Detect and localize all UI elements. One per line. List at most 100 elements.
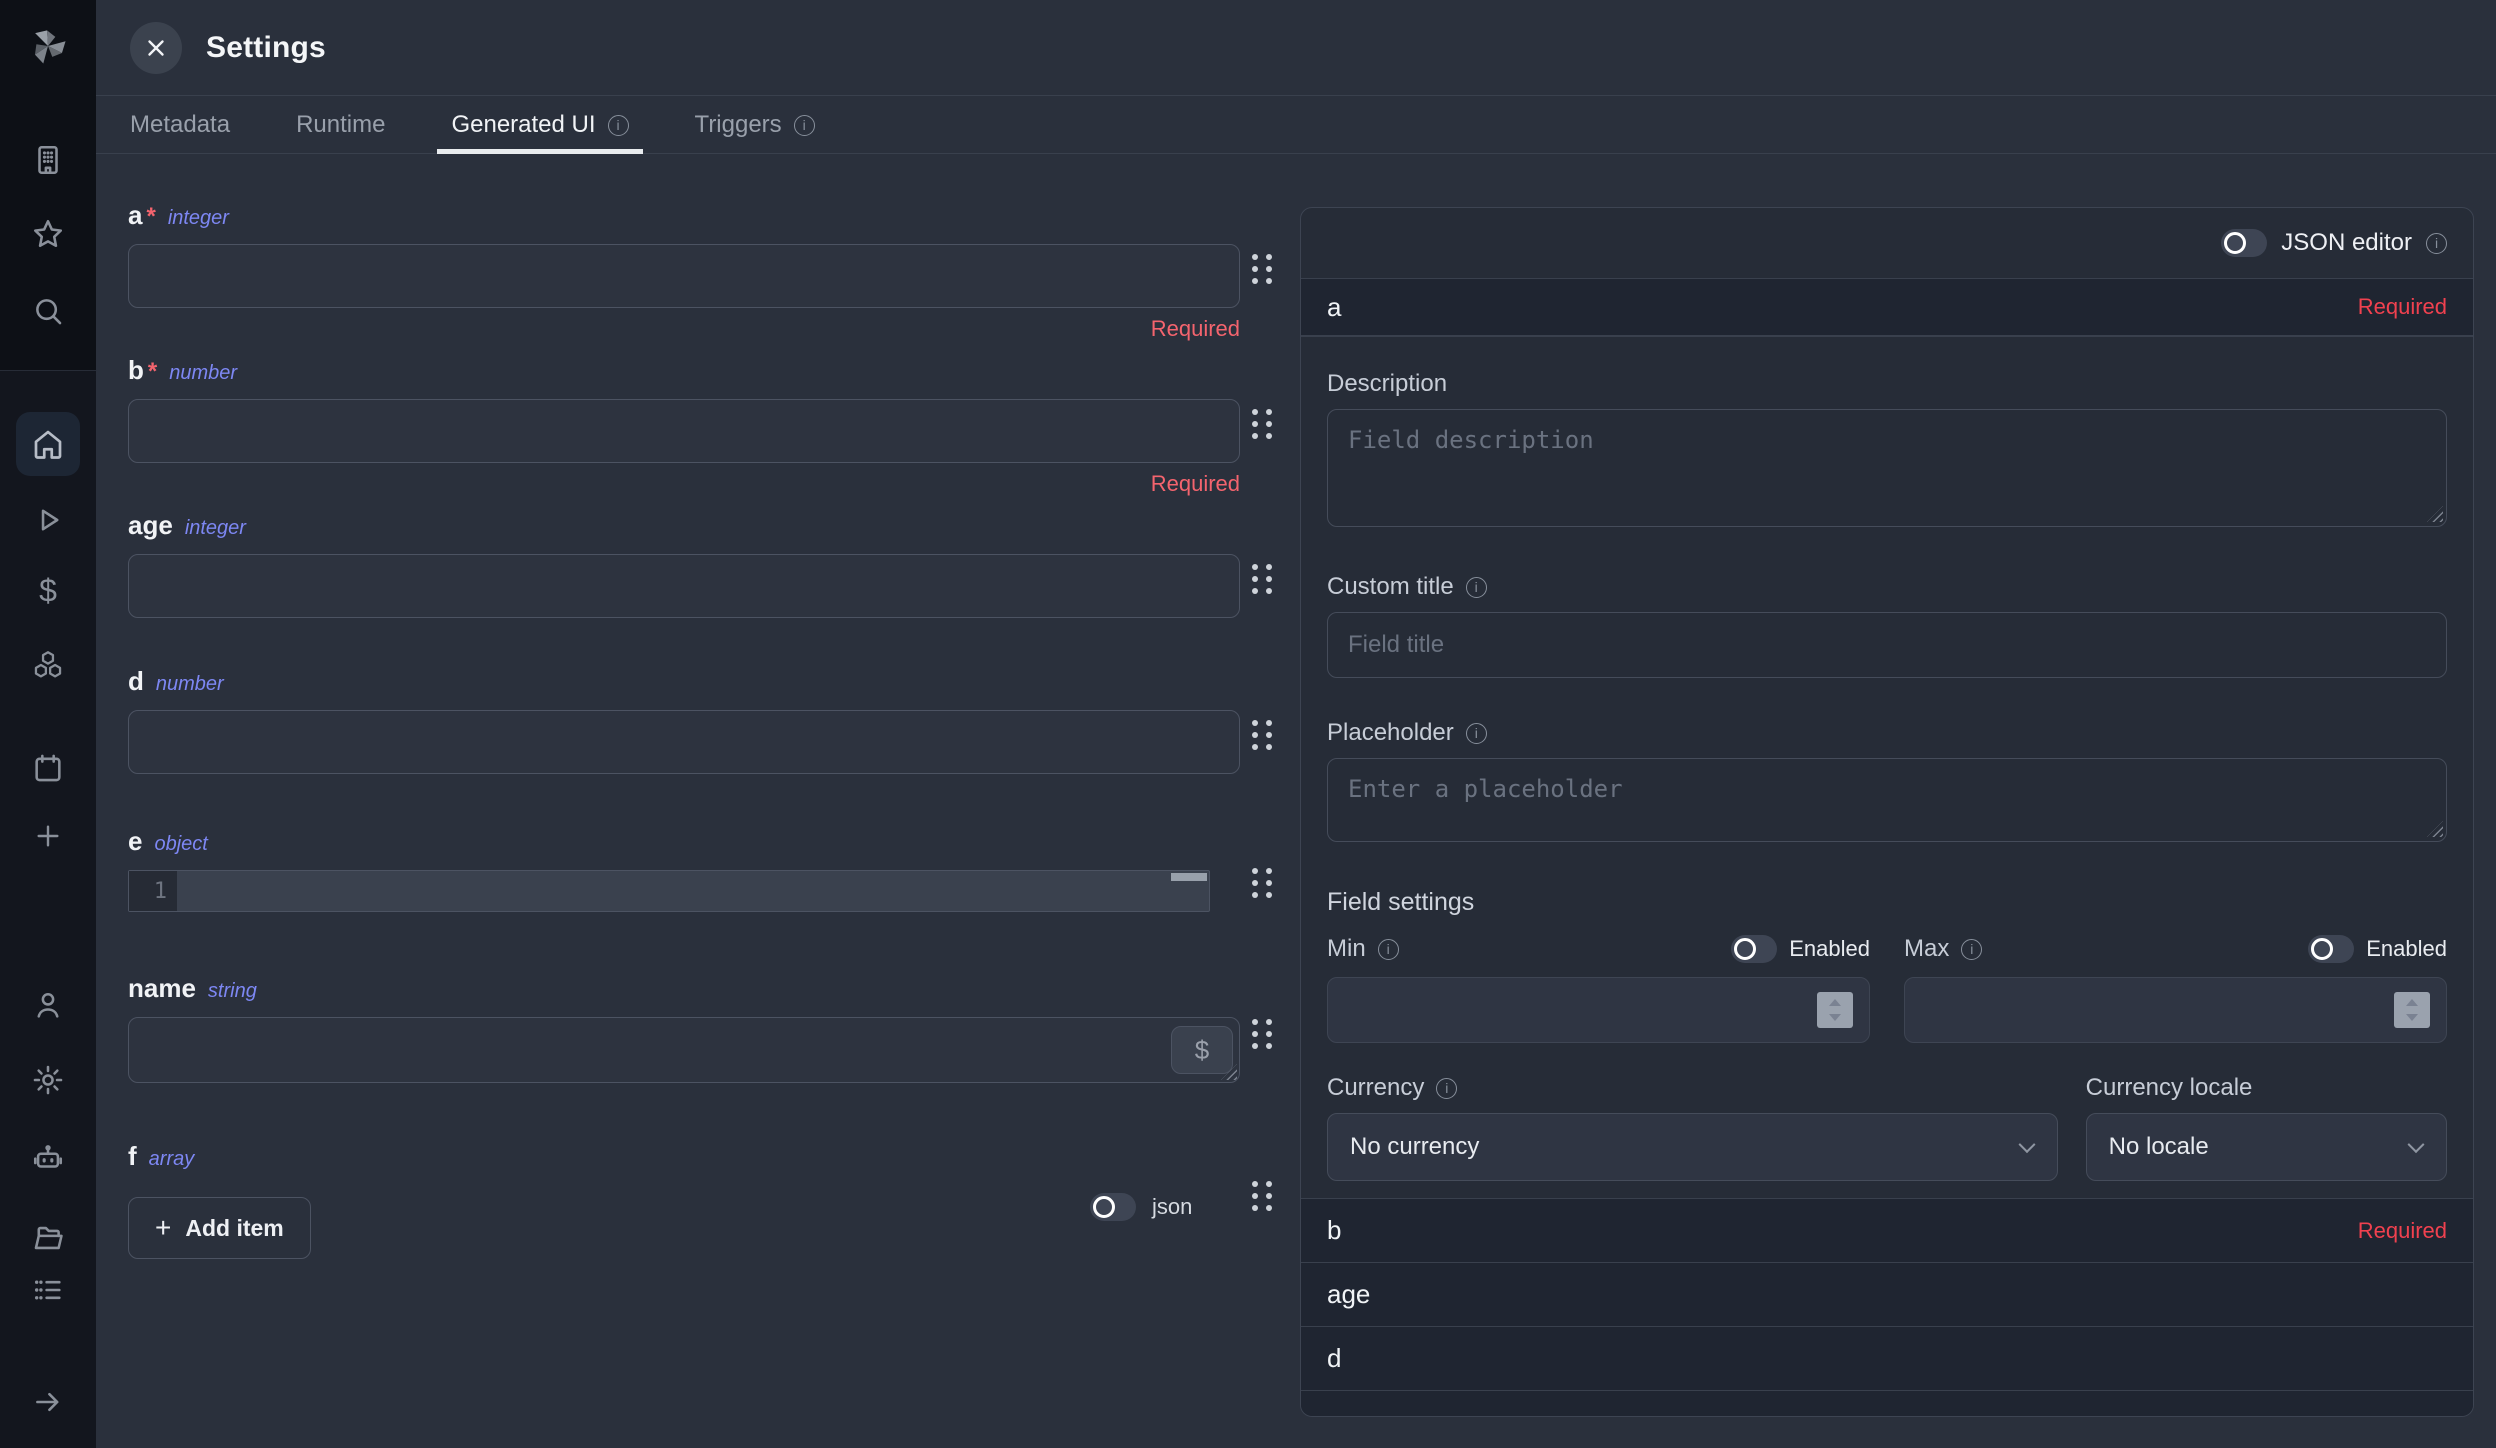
arrow-right-icon[interactable] [31, 1385, 65, 1419]
drag-handle-b[interactable] [1252, 409, 1272, 439]
info-icon[interactable] [1961, 939, 1982, 960]
play-icon[interactable] [31, 503, 65, 537]
drag-handle-e[interactable] [1252, 868, 1272, 898]
gear-icon[interactable] [31, 1063, 65, 1097]
drag-handle-age[interactable] [1252, 564, 1272, 594]
tab-label: Runtime [296, 111, 385, 139]
inspector-row-age[interactable]: age [1301, 1262, 2473, 1326]
scrollbar-thumb[interactable] [1171, 873, 1207, 881]
json-editor-label: JSON editor [2281, 229, 2412, 257]
max-number-input[interactable] [1904, 977, 2447, 1043]
required-asterisk: * [146, 203, 155, 231]
drag-handle-f[interactable] [1252, 1181, 1272, 1211]
info-icon[interactable] [2426, 233, 2447, 254]
sidebar: $ [0, 0, 96, 1448]
user-icon[interactable] [31, 988, 65, 1022]
inspector-row-a[interactable]: a Required [1301, 278, 2473, 336]
home-icon [30, 426, 66, 462]
toggle-knob [1734, 938, 1756, 960]
field-b: b * number Required [128, 355, 1240, 497]
currency-locale-label: Currency locale [2086, 1073, 2253, 1103]
sidebar-item-home[interactable] [16, 412, 80, 476]
page-title: Settings [206, 31, 326, 65]
field-settings-heading: Field settings [1327, 887, 2447, 917]
close-button[interactable] [130, 22, 182, 74]
tab-triggers[interactable]: Triggers [681, 97, 829, 153]
min-max-row: Min Enabled Max [1327, 933, 2447, 1043]
currency-select[interactable]: No currency [1327, 1113, 2058, 1181]
max-enabled-toggle[interactable] [2308, 935, 2354, 963]
field-type: number [156, 673, 224, 696]
tab-label: Generated UI [451, 111, 595, 139]
building-icon[interactable] [31, 143, 65, 177]
field-label: e object [128, 826, 1240, 862]
info-icon[interactable] [1378, 939, 1399, 960]
field-e-json-editor[interactable]: 1 [128, 870, 1210, 912]
min-enabled-label: Enabled [1789, 936, 1870, 962]
toggle-knob [2311, 938, 2333, 960]
variable-picker-button[interactable]: $ [1171, 1026, 1233, 1074]
required-badge: Required [2358, 1218, 2447, 1244]
max-label: Max [1904, 934, 1949, 964]
add-item-label: Add item [185, 1215, 283, 1242]
info-icon[interactable] [1466, 577, 1487, 598]
min-enabled-toggle[interactable] [1731, 935, 1777, 963]
search-icon[interactable] [31, 294, 65, 328]
field-type: string [208, 980, 257, 1003]
row-name: b [1327, 1215, 1341, 1246]
info-icon[interactable] [608, 115, 629, 136]
chevron-down-icon [2408, 1136, 2425, 1153]
header: Settings [96, 0, 2496, 96]
placeholder-label: Placeholder [1327, 718, 1454, 748]
list-icon[interactable] [31, 1273, 65, 1307]
drag-handle-a[interactable] [1252, 254, 1272, 284]
tab-runtime[interactable]: Runtime [282, 97, 399, 153]
required-badge: Required [2358, 294, 2447, 320]
cubes-icon[interactable] [31, 648, 65, 682]
json-editor-toggle[interactable] [2221, 229, 2267, 257]
row-name: age [1327, 1279, 1370, 1310]
currency-locale-select[interactable]: No locale [2086, 1113, 2447, 1181]
field-name: name string $ [128, 973, 1240, 1083]
description-textarea[interactable] [1327, 409, 2447, 527]
field-name: f [128, 1141, 137, 1172]
field-name: b [128, 355, 144, 386]
add-item-button[interactable]: + Add item [128, 1197, 311, 1259]
star-icon[interactable] [31, 217, 65, 251]
field-d-input[interactable] [128, 710, 1240, 774]
toggle-knob [1093, 1196, 1115, 1218]
field-type: integer [168, 207, 229, 230]
max-column: Max Enabled [1904, 933, 2447, 1043]
robot-icon[interactable] [31, 1141, 65, 1175]
placeholder-textarea[interactable] [1327, 758, 2447, 842]
windmill-logo-icon[interactable] [26, 24, 70, 68]
field-b-input[interactable] [128, 399, 1240, 463]
field-name-textarea[interactable]: $ [128, 1017, 1240, 1083]
main-content: a * integer Required b * number Required… [96, 155, 2496, 1448]
info-icon[interactable] [1436, 1078, 1457, 1099]
field-type: number [169, 362, 237, 385]
info-icon[interactable] [794, 115, 815, 136]
field-a-input[interactable] [128, 244, 1240, 308]
number-stepper[interactable] [1817, 992, 1853, 1028]
number-stepper[interactable] [2394, 992, 2430, 1028]
inspector-row-b[interactable]: b Required [1301, 1198, 2473, 1262]
folder-icon[interactable] [31, 1221, 65, 1255]
custom-title-input[interactable] [1327, 612, 2447, 678]
plus-icon[interactable] [32, 820, 64, 852]
inspector-row-partial[interactable] [1301, 1390, 2473, 1416]
dollar-icon[interactable]: $ [39, 573, 57, 610]
inspector-row-d[interactable]: d [1301, 1326, 2473, 1390]
field-name: e [128, 826, 142, 857]
tab-generated-ui[interactable]: Generated UI [437, 97, 642, 153]
min-number-input[interactable] [1327, 977, 1870, 1043]
info-icon[interactable] [1466, 723, 1487, 744]
json-toggle-label: json [1152, 1194, 1192, 1220]
json-toggle[interactable] [1090, 1193, 1136, 1221]
tab-metadata[interactable]: Metadata [116, 97, 244, 153]
min-label: Min [1327, 934, 1366, 964]
drag-handle-d[interactable] [1252, 720, 1272, 750]
calendar-icon[interactable] [31, 751, 65, 785]
field-age-input[interactable] [128, 554, 1240, 618]
drag-handle-name[interactable] [1252, 1019, 1272, 1049]
